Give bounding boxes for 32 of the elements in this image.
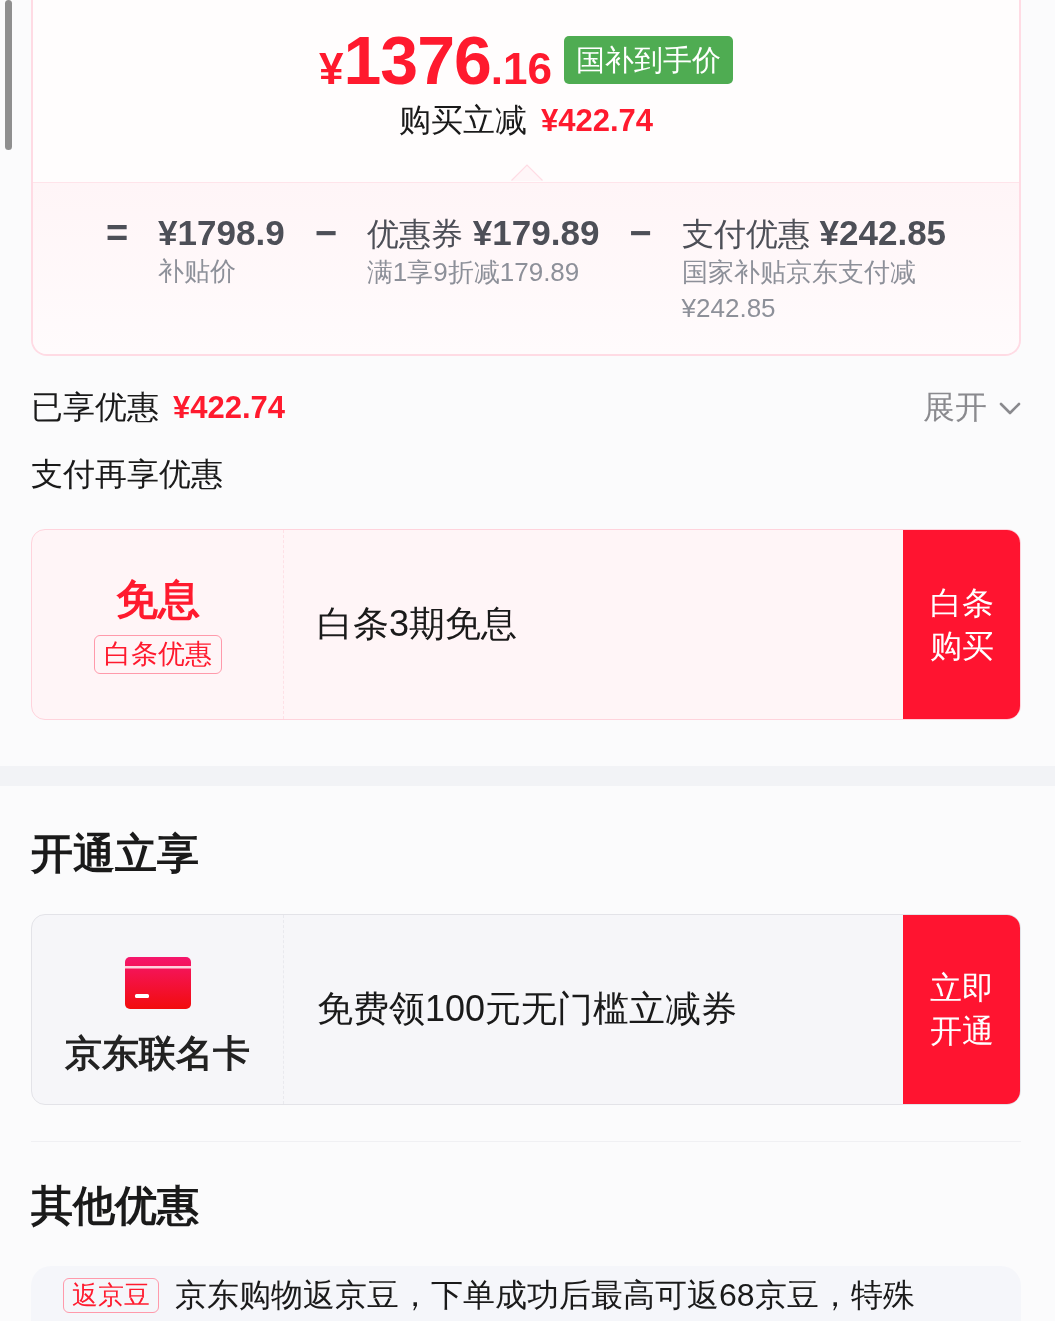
breakdown-amount: ¥1798.9 — [158, 213, 285, 253]
operator: = — [105, 213, 129, 253]
offer-headline: 免息 — [115, 575, 200, 624]
benefit-tag: 返京豆 — [63, 1278, 159, 1313]
reduction-amount: ¥422.74 — [540, 102, 654, 140]
operator: − — [314, 213, 337, 253]
operator: − — [629, 213, 652, 253]
card-name: 京东联名卡 — [65, 1031, 250, 1076]
breakdown-amount: ¥242.85 — [819, 213, 947, 253]
offer-description: 免费领100元无门槛立减券 — [317, 987, 738, 1031]
breakdown-label: 支付优惠 — [681, 215, 810, 254]
breakdown-note: 国家补贴京东支付减¥242.85 — [681, 256, 917, 325]
offer-tag: 白条优惠 — [93, 634, 222, 674]
savings-amount: ¥422.74 — [173, 390, 286, 426]
scrollbar[interactable] — [5, 0, 12, 150]
breakdown-label: 优惠券 — [366, 215, 463, 254]
final-price: ¥1376.16 — [319, 26, 552, 94]
section-heading: 开通立享 — [31, 829, 200, 879]
breakdown-note: 补贴价 — [158, 255, 238, 288]
credit-card-icon — [124, 956, 191, 1009]
offer-description: 白条3期免息 — [317, 602, 518, 646]
section-heading: 其他优惠 — [31, 1181, 200, 1231]
expand-button[interactable]: 展开 — [923, 386, 1021, 430]
section-title: 支付再享优惠 — [31, 455, 224, 494]
offer-button[interactable]: 立即开通 — [903, 915, 1020, 1104]
savings-label: 已享优惠 — [31, 388, 159, 427]
breakdown-amount: ¥179.89 — [472, 213, 600, 253]
offer-button[interactable]: 白条购买 — [903, 530, 1020, 719]
breakdown-note: 满1享9折减179.89 — [366, 256, 581, 289]
reduction-label: 购买立减 — [398, 101, 527, 140]
benefit-text: 京东购物返京豆，下单成功后最高可返68京豆，特殊 — [175, 1276, 915, 1315]
price-badge: 国补到手价 — [563, 36, 733, 84]
